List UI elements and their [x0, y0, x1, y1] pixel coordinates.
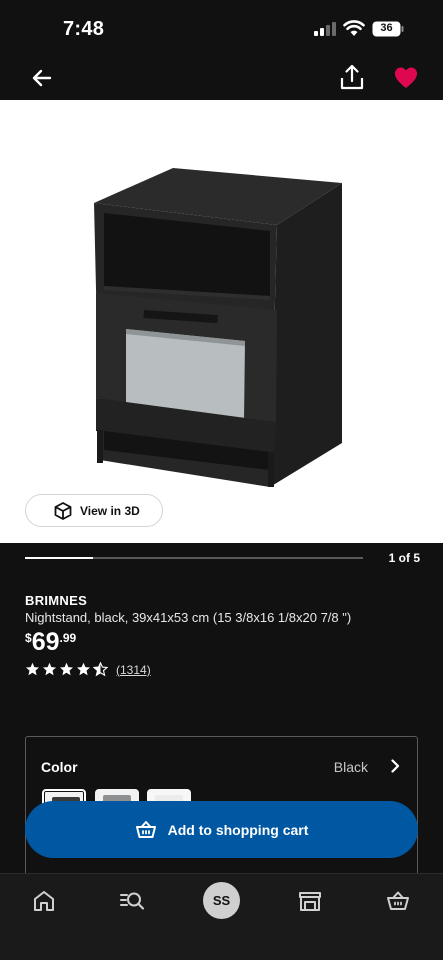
avatar[interactable]: SS	[203, 882, 240, 919]
view-in-3d-label: View in 3D	[80, 503, 140, 518]
cube-3d-icon	[54, 501, 72, 520]
price-currency: $	[25, 631, 32, 645]
product-image-gallery[interactable]: View in 3D	[0, 100, 443, 543]
share-icon[interactable]	[338, 62, 366, 92]
product-name: BRIMNES	[25, 593, 88, 608]
cellular-signal-icon	[314, 22, 338, 36]
heart-icon[interactable]	[393, 65, 419, 91]
product-price: $ 69 .99	[25, 628, 76, 656]
status-bar: 7:48 36	[0, 0, 443, 58]
product-description: Nightstand, black, 39x41x53 cm (15 3/8x1…	[25, 610, 352, 625]
product-rating[interactable]: (1314)	[25, 662, 151, 677]
wifi-icon	[343, 20, 365, 36]
battery-level: 36	[380, 22, 393, 34]
color-label: Color	[41, 759, 78, 775]
status-time: 7:48	[63, 18, 105, 40]
star-full-icon	[26, 662, 39, 676]
star-full-icon	[60, 662, 73, 676]
color-value: Black	[333, 759, 368, 775]
add-to-cart-label: Add to shopping cart	[167, 821, 309, 838]
view-in-3d-button[interactable]: View in 3D	[25, 494, 163, 527]
price-integer: 69	[31, 628, 60, 656]
chevron-right-icon[interactable]	[387, 758, 403, 774]
gallery-progress-fill	[25, 557, 93, 559]
bottom-tab-bar: SS	[0, 873, 443, 960]
gallery-progress-bar	[25, 557, 363, 559]
gallery-page-counter: 1 of 5	[388, 551, 420, 565]
product-image	[94, 168, 342, 487]
review-count-link[interactable]: (1314)	[116, 663, 151, 677]
price-decimal: .99	[59, 631, 77, 645]
star-full-icon	[43, 662, 56, 676]
add-to-cart-button[interactable]: Add to shopping cart	[25, 801, 418, 858]
home-icon[interactable]	[31, 888, 57, 914]
search-list-icon[interactable]	[119, 888, 145, 914]
store-icon[interactable]	[297, 888, 323, 914]
star-full-icon	[77, 662, 90, 676]
back-arrow-icon[interactable]	[28, 64, 56, 92]
basket-icon[interactable]	[385, 888, 411, 914]
basket-icon	[135, 820, 156, 838]
rating-stars	[25, 662, 110, 677]
star-half-icon	[93, 662, 108, 677]
nav-bar	[0, 58, 443, 100]
